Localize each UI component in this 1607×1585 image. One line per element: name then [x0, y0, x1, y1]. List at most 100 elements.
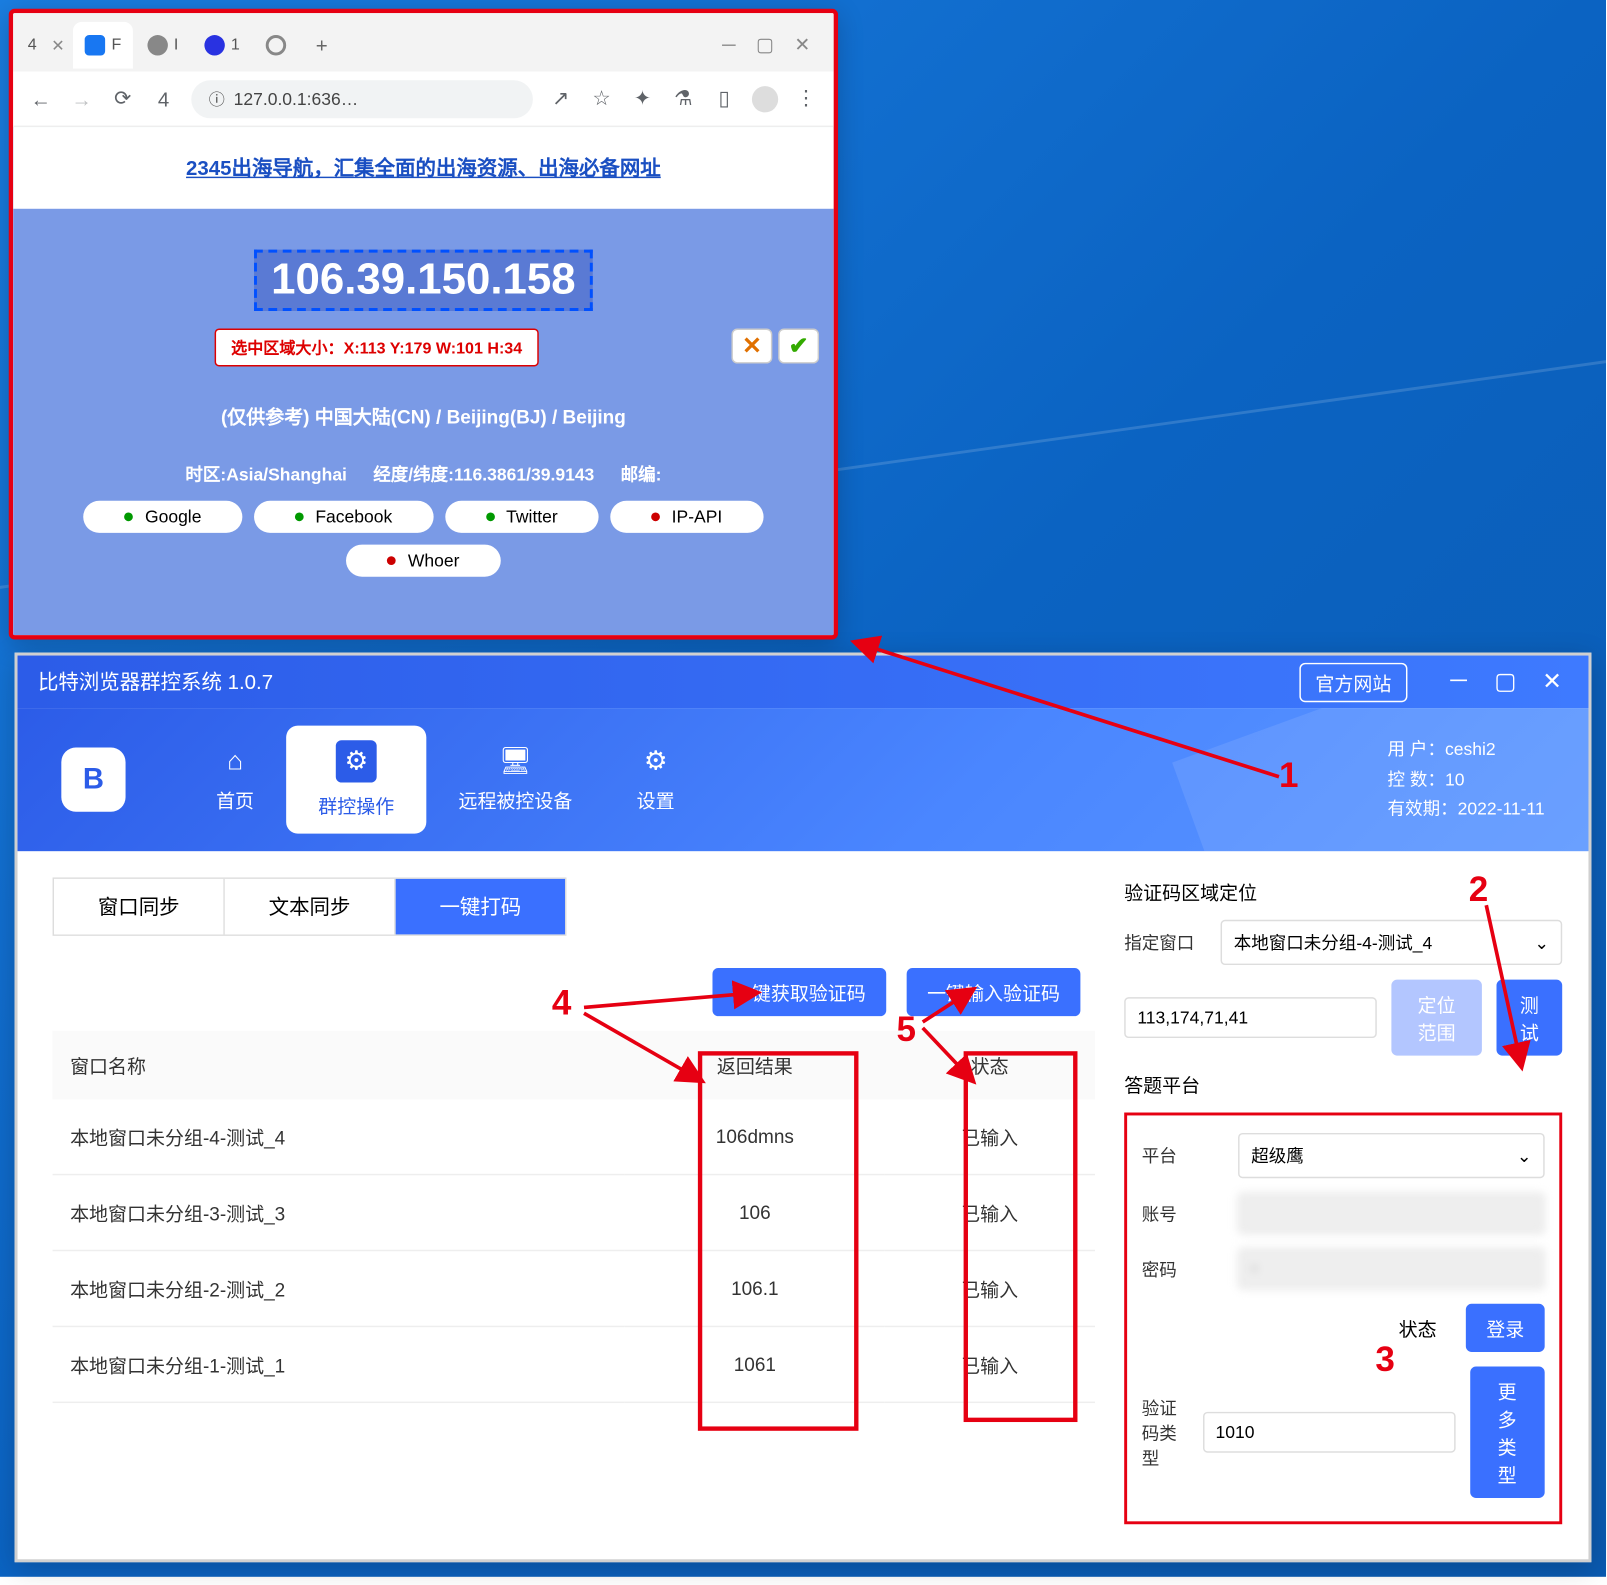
platform-panel-title: 答题平台	[1124, 1070, 1562, 1098]
ip-display: 106.39.150.158	[254, 250, 594, 311]
menu-icon[interactable]: ⋮	[793, 85, 819, 111]
tab-onekey-captcha[interactable]: 一键打码	[396, 879, 565, 934]
locate-range-button[interactable]: 定位范围	[1391, 980, 1482, 1056]
user-info-panel: 用 户：ceshi2 控 数：10 有效期：2022-11-11	[1388, 735, 1545, 824]
codetype-input[interactable]	[1202, 1412, 1455, 1453]
link-facebook[interactable]: Facebook	[254, 501, 433, 533]
cell-name: 本地窗口未分组-4-测试_4	[53, 1099, 626, 1174]
app-minimize[interactable]: ─	[1442, 666, 1474, 698]
url-text: 127.0.0.1:636…	[234, 88, 359, 108]
site-info-icon[interactable]: ⓘ	[209, 87, 225, 110]
table-row[interactable]: 本地窗口未分组-1-测试_1 1061 已输入	[53, 1326, 1095, 1402]
col-window-name: 窗口名称	[53, 1031, 626, 1100]
platform-box: 平台 超级鹰⌄ 账号 密码 状态 登录 验证码类型	[1124, 1113, 1562, 1525]
new-tab-button[interactable]: +	[301, 28, 342, 63]
sliders-icon: ⚙	[336, 740, 377, 782]
app-nav: B ⌂首页 ⚙群控操作 🖥远程被控设备 ⚙设置 用 户：ceshi2 控 数：1…	[18, 708, 1589, 851]
target-window-select[interactable]: 本地窗口未分组-4-测试_4⌄	[1221, 920, 1563, 965]
app-close[interactable]: ✕	[1536, 666, 1568, 698]
location-text: (仅供参考) 中国大陆(CN) / Beijing(BJ) / Beijing	[28, 402, 819, 430]
tab-text-sync[interactable]: 文本同步	[225, 879, 396, 934]
selection-confirm-button[interactable]: ✔	[778, 329, 819, 364]
windows-table: 窗口名称 返回结果 状态 本地窗口未分组-4-测试_4 106dmns 已输入本…	[53, 1031, 1095, 1403]
nav-reload-icon[interactable]: ⟳	[110, 85, 136, 111]
test-button[interactable]: 测试	[1497, 980, 1563, 1056]
gear-icon: ⚙	[644, 746, 668, 777]
facebook-icon	[85, 35, 105, 55]
tab-close-all[interactable]: ✕	[45, 36, 70, 55]
latlng-text: 经度/纬度:116.3861/39.9143	[373, 461, 594, 486]
nav-count: 4	[150, 85, 176, 111]
nav-forward-icon[interactable]: →	[69, 85, 95, 111]
nav-group-control[interactable]: ⚙群控操作	[286, 726, 426, 834]
tab-ip[interactable]: I	[136, 22, 190, 69]
circle-icon	[266, 35, 286, 55]
window-maximize[interactable]: ▢	[756, 34, 774, 57]
more-types-button[interactable]: 更多类型	[1470, 1367, 1545, 1498]
highlight-result-column	[698, 1051, 859, 1431]
official-site-button[interactable]: 官方网站	[1299, 662, 1407, 701]
password-input[interactable]	[1238, 1248, 1545, 1289]
home-icon: ⌂	[227, 746, 243, 777]
bookmark-icon[interactable]: ☆	[588, 85, 614, 111]
profile-icon[interactable]	[752, 85, 778, 111]
nav-home[interactable]: ⌂首页	[184, 731, 286, 827]
monitor-icon: 🖥	[499, 746, 532, 777]
globe-icon	[148, 35, 168, 55]
link-whoer[interactable]: Whoer	[346, 545, 500, 577]
app-maximize[interactable]: ▢	[1489, 666, 1521, 698]
sync-tabs: 窗口同步 文本同步 一键打码	[53, 877, 567, 935]
timezone-text: 时区:Asia/Shanghai	[185, 461, 347, 486]
address-bar-row: ← → ⟳ 4 ⓘ 127.0.0.1:636… ↗ ☆ ✦ ⚗ ▯ ⋮	[13, 72, 834, 127]
table-row[interactable]: 本地窗口未分组-2-测试_2 106.1 已输入	[53, 1250, 1095, 1326]
selection-cancel-button[interactable]: ✕	[731, 329, 772, 364]
link-twitter[interactable]: Twitter	[445, 501, 599, 533]
flask-icon[interactable]: ⚗	[670, 85, 696, 111]
login-button[interactable]: 登录	[1466, 1304, 1545, 1352]
account-input[interactable]	[1238, 1193, 1545, 1234]
nav-banner-link[interactable]: 2345出海导航，汇集全面的出海资源、出海必备网址	[13, 127, 834, 209]
tab-count: 4	[22, 37, 43, 55]
chrome-window: 4 ✕ F I 1 + ─ ▢ ✕ ← → ⟳ 4 ⓘ 127.0.0.1:63…	[9, 9, 838, 640]
get-captcha-button[interactable]: 一键获取验证码	[712, 968, 886, 1016]
cell-name: 本地窗口未分组-1-测试_1	[53, 1326, 626, 1402]
extensions-icon[interactable]: ✦	[629, 85, 655, 111]
platform-label: 平台	[1142, 1143, 1224, 1168]
tab-window-sync[interactable]: 窗口同步	[54, 879, 225, 934]
nav-settings[interactable]: ⚙设置	[605, 731, 707, 827]
account-label: 账号	[1142, 1201, 1224, 1226]
chevron-down-icon: ⌄	[1534, 932, 1549, 952]
app-title: 比特浏览器群控系统 1.0.7	[38, 667, 273, 696]
cell-name: 本地窗口未分组-3-测试_3	[53, 1175, 626, 1251]
table-row[interactable]: 本地窗口未分组-3-测试_3 106 已输入	[53, 1175, 1095, 1251]
chevron-down-icon: ⌄	[1517, 1145, 1532, 1165]
target-window-label: 指定窗口	[1124, 930, 1206, 955]
zipcode-text: 邮编:	[621, 461, 662, 486]
share-icon[interactable]: ↗	[548, 85, 574, 111]
tab-strip: 4 ✕ F I 1 + ─ ▢ ✕	[13, 13, 834, 71]
coords-input[interactable]	[1124, 997, 1377, 1038]
tab-facebook[interactable]: F	[74, 22, 133, 69]
table-row[interactable]: 本地窗口未分组-4-测试_4 106dmns 已输入	[53, 1099, 1095, 1174]
highlight-status-column	[964, 1051, 1078, 1422]
platform-select[interactable]: 超级鹰⌄	[1238, 1133, 1545, 1178]
nav-remote[interactable]: 🖥远程被控设备	[426, 731, 604, 827]
tab-baidu[interactable]: 1	[193, 22, 252, 69]
cell-name: 本地窗口未分组-2-测试_2	[53, 1250, 626, 1326]
app-logo-icon: B	[61, 748, 125, 812]
panel-icon[interactable]: ▯	[711, 85, 737, 111]
codetype-label: 验证码类型	[1142, 1395, 1188, 1469]
nav-back-icon[interactable]: ←	[28, 85, 54, 111]
app-titlebar: 比特浏览器群控系统 1.0.7 官方网站 ─ ▢ ✕	[18, 656, 1589, 709]
locate-panel-title: 验证码区域定位	[1124, 877, 1562, 905]
input-captcha-button[interactable]: 一键输入验证码	[907, 968, 1081, 1016]
password-label: 密码	[1142, 1256, 1224, 1281]
tab-other[interactable]	[254, 22, 298, 69]
link-google[interactable]: Google	[84, 501, 243, 533]
baidu-icon	[205, 35, 225, 55]
window-close[interactable]: ✕	[794, 34, 810, 57]
window-minimize[interactable]: ─	[722, 34, 735, 57]
link-ipapi[interactable]: IP-API	[610, 501, 763, 533]
page-content: 2345出海导航，汇集全面的出海资源、出海必备网址 106.39.150.158…	[13, 127, 834, 635]
address-bar[interactable]: ⓘ 127.0.0.1:636…	[191, 80, 533, 118]
